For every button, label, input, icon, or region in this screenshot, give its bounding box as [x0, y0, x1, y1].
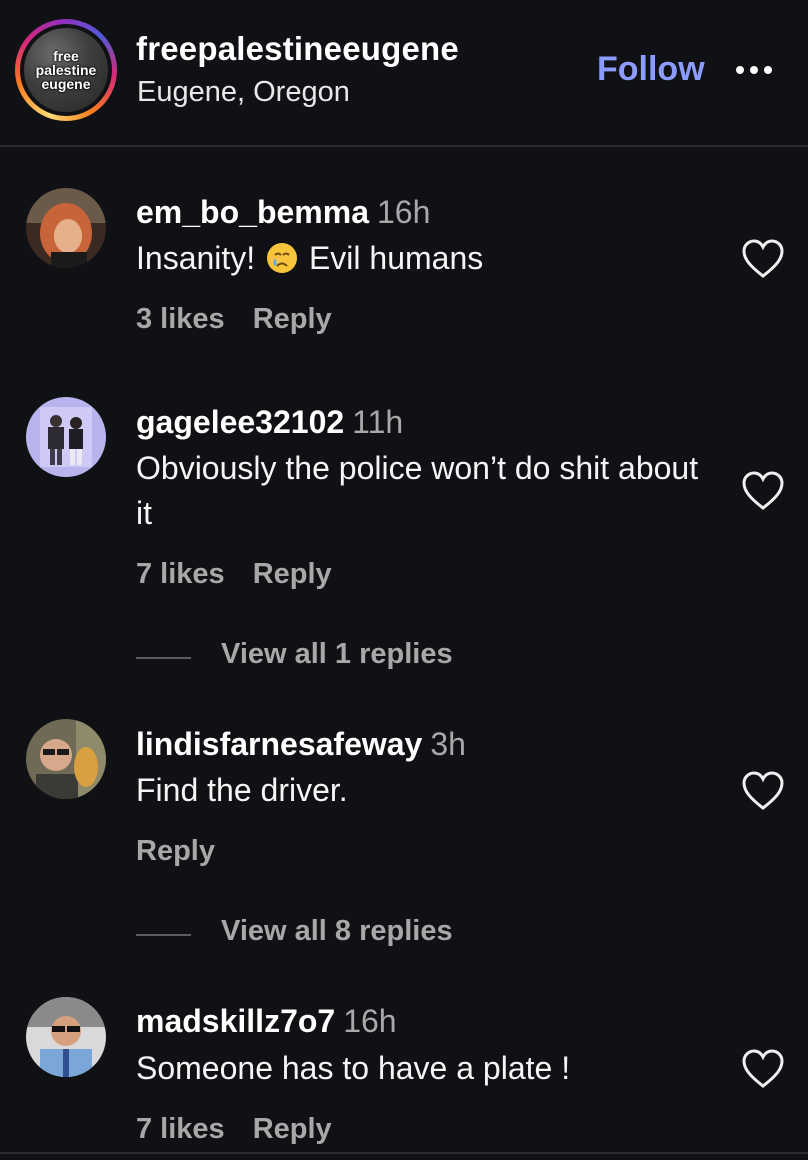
post-header: free palestine eugene freepalestineeugen… [0, 0, 808, 147]
comment-header: em_bo_bemma 16h [136, 194, 430, 231]
bottom-divider [0, 1152, 808, 1154]
comment-text: Find the driver. [136, 772, 348, 808]
reply-button[interactable]: Reply [253, 1113, 332, 1145]
comment-text: Someone has to have a plate ! [136, 1050, 571, 1086]
commenter-avatar[interactable] [26, 397, 106, 477]
comment-header: gagelee32102 11h [136, 404, 403, 441]
commenter-avatar[interactable] [26, 188, 106, 268]
comment-username[interactable]: madskillz7o7 [136, 1003, 335, 1039]
comment-actions: 7 likes Reply [136, 1113, 332, 1146]
account-username[interactable]: freepalestineeugene [136, 30, 459, 68]
comment-time: 16h [376, 194, 431, 230]
heart-icon[interactable] [740, 1048, 786, 1090]
comment-actions: 3 likes Reply [136, 303, 332, 336]
comment-likes[interactable]: 7 likes [136, 1113, 225, 1145]
crying-face-emoji [267, 243, 298, 273]
comment-text-part: Insanity! [136, 240, 256, 276]
comment-time: 3h [430, 726, 466, 762]
comment-text: Obviously the police won’t do shit about… [136, 450, 699, 531]
story-ring[interactable]: free palestine eugene [15, 19, 117, 121]
comment-header: madskillz7o7 16h [136, 1003, 397, 1040]
comment-username[interactable]: lindisfarnesafeway [136, 726, 422, 762]
comment-likes[interactable]: 3 likes [136, 303, 225, 335]
reply-button[interactable]: Reply [253, 303, 332, 335]
reply-button[interactable]: Reply [136, 835, 215, 867]
replies-divider [136, 657, 191, 659]
more-options-icon[interactable] [730, 52, 778, 88]
comment-actions: 7 likes Reply [136, 558, 332, 591]
reply-button[interactable]: Reply [253, 558, 332, 590]
comment-text-part: Evil humans [308, 240, 484, 276]
avatar-logo-text: free palestine eugene [35, 48, 97, 92]
heart-icon[interactable] [740, 470, 786, 512]
comment-time: 16h [343, 1003, 397, 1039]
account-location[interactable]: Eugene, Oregon [137, 76, 350, 109]
account-avatar[interactable]: free palestine eugene [24, 28, 108, 112]
replies-divider [136, 934, 191, 936]
heart-icon[interactable] [740, 770, 786, 812]
heart-icon[interactable] [740, 238, 786, 280]
comment-text: Insanity! Evil humans [136, 236, 716, 281]
comment-header: lindisfarnesafeway 3h [136, 726, 466, 763]
comment-username[interactable]: gagelee32102 [136, 404, 344, 440]
commenter-avatar[interactable] [26, 997, 106, 1077]
avatar-border: free palestine eugene [20, 24, 112, 116]
follow-button[interactable]: Follow [597, 50, 705, 89]
commenter-avatar[interactable] [26, 719, 106, 799]
comment-likes[interactable]: 7 likes [136, 558, 225, 590]
view-replies-label: View all 1 replies [221, 638, 453, 670]
view-replies-label: View all 8 replies [221, 915, 453, 947]
comment-actions: Reply [136, 835, 215, 868]
comment-username[interactable]: em_bo_bemma [136, 194, 369, 230]
comment-time: 11h [352, 404, 404, 440]
